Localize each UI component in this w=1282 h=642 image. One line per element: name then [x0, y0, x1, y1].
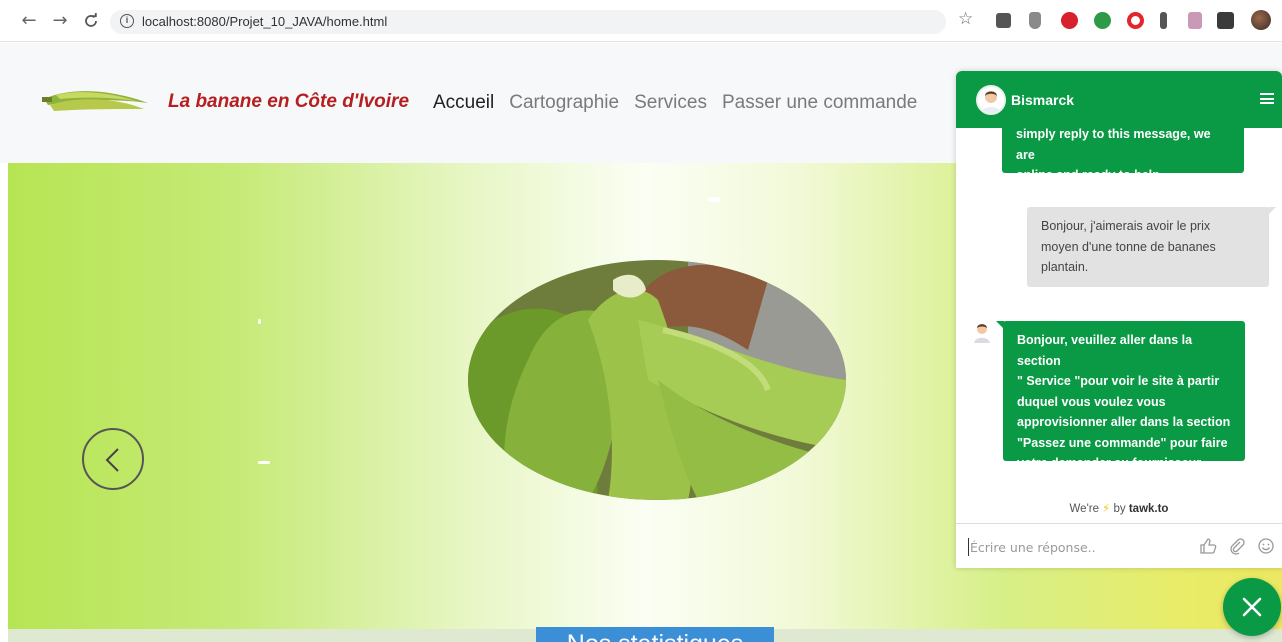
decorative-fleck	[258, 461, 270, 464]
message-line: Bonjour, veuillez aller dans la section	[1017, 333, 1193, 368]
chat-message-agent: Bonjour, veuillez aller dans la section …	[996, 321, 1245, 470]
message-line: online and ready to help.	[1016, 168, 1164, 182]
chat-reply-input[interactable]	[968, 538, 1188, 556]
message-line: "Passez une commande" pour faire	[1017, 435, 1228, 450]
chat-header: Bismarck	[956, 71, 1282, 128]
nav-passer-commande[interactable]: Passer une commande	[722, 92, 917, 114]
decorative-fleck	[708, 197, 720, 202]
cloud-extension-icon[interactable]	[996, 13, 1011, 28]
chat-input-bar	[956, 523, 1282, 568]
agent-small-avatar	[974, 324, 990, 343]
message-line: simply reply to this message, we are	[1016, 127, 1211, 162]
puzzle-extension-icon[interactable]	[1188, 12, 1202, 29]
message-line: duquel vous voulez vous	[1017, 394, 1166, 409]
chevron-left-icon	[105, 448, 119, 472]
bookmark-star-icon[interactable]: ☆	[958, 9, 973, 29]
adblock-extension-icon[interactable]	[1061, 12, 1078, 29]
reload-icon[interactable]	[80, 10, 102, 32]
powered-prefix: We're	[1069, 503, 1099, 515]
address-url: localhost:8080/Projet_10_JAVA/home.html	[142, 14, 388, 29]
main-nav: Accueil Cartographie Services Passer une…	[433, 92, 917, 114]
message-line: " Service "pour voir le site à partir	[1017, 374, 1220, 388]
chat-message-agent: simply reply to this message, we are onl…	[1002, 124, 1244, 182]
back-arrow-icon[interactable]: ←	[18, 10, 40, 32]
nav-services[interactable]: Services	[634, 92, 707, 114]
paperclip-icon[interactable]	[1228, 537, 1246, 555]
close-icon	[1242, 597, 1262, 617]
browser-toolbar: ← → i localhost:8080/Projet_10_JAVA/home…	[0, 0, 1282, 42]
menu-icon[interactable]	[1260, 93, 1274, 104]
message-line: Bonjour, j'aimerais avoir le prix	[1041, 219, 1211, 233]
powered-by[interactable]: We're ⚡ by tawk.to	[956, 501, 1282, 515]
info-icon[interactable]: i	[120, 14, 134, 28]
carousel-prev-button[interactable]	[82, 428, 144, 490]
forward-arrow-icon[interactable]: →	[49, 10, 71, 32]
agent-avatar	[976, 85, 1006, 115]
thumbs-up-icon[interactable]	[1199, 537, 1217, 555]
key-extension-icon[interactable]	[1160, 12, 1167, 29]
decorative-fleck	[258, 319, 261, 324]
banana-logo	[42, 91, 148, 111]
chat-message-visitor: Bonjour, j'aimerais avoir le prix moyen …	[1027, 207, 1276, 287]
address-bar[interactable]: i localhost:8080/Projet_10_JAVA/home.htm…	[110, 10, 946, 34]
emoji-icon[interactable]	[1257, 537, 1275, 555]
message-line: votre demander au fournisseur.	[1017, 456, 1204, 470]
banana-photo	[468, 260, 846, 500]
nos-statistiques-button[interactable]: Nos statistiques	[536, 627, 774, 642]
green-extension-icon[interactable]	[1094, 12, 1111, 29]
message-line: moyen d'une tonne de bananes	[1041, 239, 1216, 254]
tawkto-brand: tawk.to	[1128, 503, 1169, 515]
nav-accueil[interactable]: Accueil	[433, 92, 494, 114]
shield-extension-icon[interactable]	[1029, 12, 1041, 29]
message-line: plantain.	[1041, 260, 1089, 274]
chat-close-button[interactable]	[1223, 578, 1281, 636]
chat-widget: Bismarck simply reply to this message, w…	[956, 71, 1282, 568]
opera-extension-icon[interactable]	[1127, 12, 1144, 29]
message-line: approvisionner aller dans la section	[1017, 415, 1231, 429]
profile-avatar[interactable]	[1251, 10, 1271, 30]
extension-badge-icon[interactable]	[1217, 12, 1234, 29]
powered-by-label: by	[1113, 503, 1126, 515]
lightning-icon: ⚡	[1102, 503, 1111, 515]
nav-cartographie[interactable]: Cartographie	[509, 92, 619, 114]
agent-name: Bismarck	[1011, 92, 1075, 108]
site-brand[interactable]: La banane en Côte d'Ivoire	[168, 91, 409, 113]
